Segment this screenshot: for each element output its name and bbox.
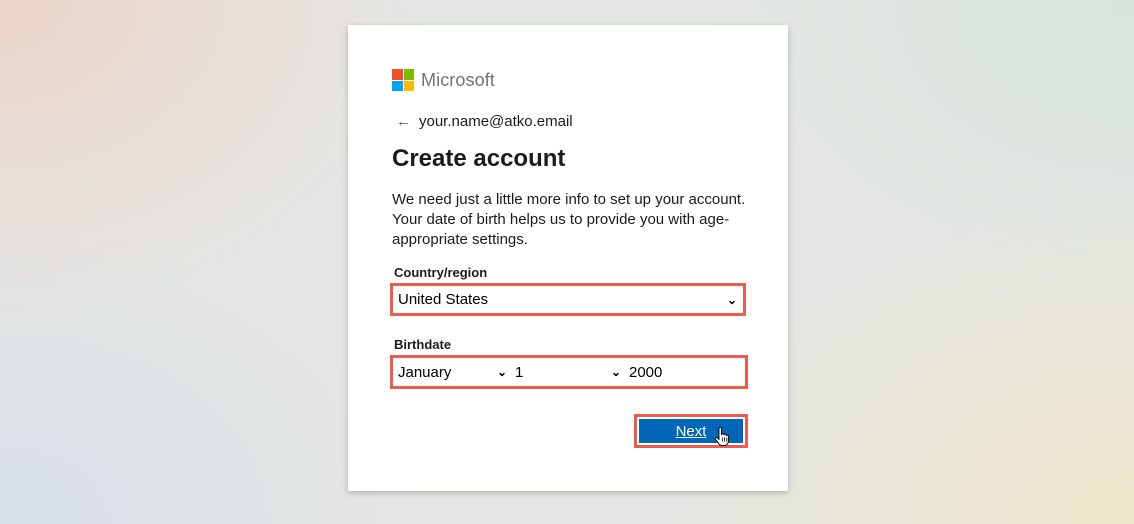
birth-year-value: 2000 <box>629 363 663 381</box>
brand-name: Microsoft <box>421 69 495 90</box>
logo-square-yellow <box>403 80 414 91</box>
birth-day-select[interactable]: 1 ⌄ <box>511 358 625 386</box>
identity-email: your.name@atko.email <box>419 113 573 130</box>
logo-square-blue <box>392 80 403 91</box>
birth-month-value: January <box>398 363 452 381</box>
logo-square-green <box>403 69 414 80</box>
birth-month-select[interactable]: January ⌄ <box>393 358 511 386</box>
page-title: Create account <box>392 145 566 172</box>
microsoft-logo: Microsoft <box>392 69 495 91</box>
country-select[interactable]: United States ⌄ <box>390 283 746 316</box>
birth-day-value: 1 <box>515 363 524 381</box>
identity-banner: ← your.name@atko.email <box>396 113 573 130</box>
chevron-down-icon: ⌄ <box>496 365 507 379</box>
chevron-down-icon: ⌄ <box>726 292 737 307</box>
birth-year-select[interactable]: 2000 <box>625 358 745 386</box>
signup-card: Microsoft ← your.name@atko.email Create … <box>348 25 788 491</box>
logo-square-red <box>392 69 403 80</box>
chevron-down-icon: ⌄ <box>610 365 621 379</box>
hand-pointer-cursor-icon <box>714 427 729 446</box>
microsoft-logo-icon <box>392 69 414 91</box>
birthdate-group: January ⌄ 1 ⌄ 2000 <box>390 355 748 389</box>
country-selected-value: United States <box>398 291 489 308</box>
country-label: Country/region <box>394 265 488 280</box>
back-arrow-icon[interactable]: ← <box>396 113 411 130</box>
birthdate-label: Birthdate <box>394 337 452 352</box>
page-description: We need just a little more info to set u… <box>392 191 746 248</box>
next-button-highlight: Next <box>634 414 748 448</box>
